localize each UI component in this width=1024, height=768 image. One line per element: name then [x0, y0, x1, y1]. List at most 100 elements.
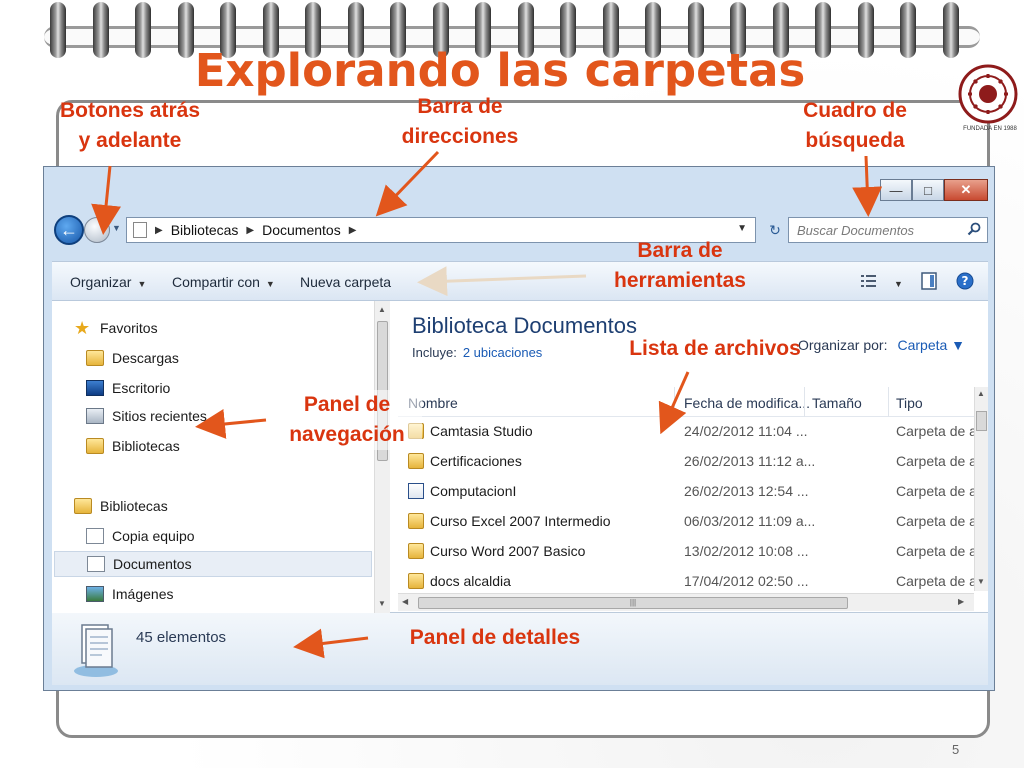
minimize-icon: — [889, 182, 903, 198]
address-dropdown-icon[interactable]: ▼ [737, 223, 747, 234]
organize-menu[interactable]: Organizar ▼ [70, 274, 146, 290]
svg-text:?: ? [962, 274, 969, 288]
scroll-down-icon[interactable]: ▼ [378, 599, 386, 608]
recent-places-icon [86, 408, 104, 424]
view-dropdown-icon[interactable]: ▼ [888, 274, 903, 290]
annotation-details-pane: Panel de detalles [409, 626, 581, 649]
nav-item-descargas[interactable]: Descargas [86, 345, 179, 371]
search-placeholder: Buscar Documentos [797, 223, 915, 238]
minimize-button[interactable]: — [880, 179, 912, 201]
back-arrow-icon: ← [60, 220, 78, 240]
annotation-back-forward: Botones atrás y adelante [59, 99, 201, 152]
file-type: Carpeta de a [896, 513, 974, 529]
libraries-icon [74, 498, 92, 514]
file-name: Camtasia Studio [430, 423, 533, 439]
nav-libraries[interactable]: Bibliotecas [74, 493, 168, 519]
navigation-row: ← ▼ ▶ Bibliotecas ▶ Documentos ▶ ▼ ↻ Bus… [52, 213, 988, 253]
breadcrumb-bibliotecas[interactable]: Bibliotecas [171, 222, 239, 238]
nav-item-copia-equipo[interactable]: Copia equipo [86, 523, 195, 549]
scroll-left-icon[interactable]: ◀ [402, 597, 408, 606]
close-button[interactable]: ✕ [944, 179, 988, 201]
file-row[interactable]: Certificaciones 26/02/2013 11:12 a... Carp… [398, 447, 974, 477]
file-name: Certificaciones [430, 453, 522, 469]
folder-icon [408, 573, 424, 589]
folder-icon [408, 483, 424, 499]
search-icon[interactable] [967, 222, 981, 236]
preview-pane-icon[interactable] [920, 272, 938, 290]
scrollbar-thumb[interactable]: ||| [418, 597, 848, 609]
file-row[interactable]: Curso Word 2007 Basico 13/02/2012 10:08 .… [398, 537, 974, 567]
arrange-by-dropdown[interactable]: Carpeta ▼ [897, 337, 965, 353]
file-name: ComputacionI [430, 483, 517, 499]
documents-icon [87, 556, 105, 572]
file-name: Curso Word 2007 Basico [430, 543, 586, 559]
breadcrumb-separator-icon[interactable]: ▶ [155, 225, 163, 236]
file-date: 17/04/2012 02:50 ... [684, 573, 809, 589]
nav-item-documentos[interactable]: Documentos [54, 551, 372, 577]
breadcrumb-documentos[interactable]: Documentos [262, 222, 341, 238]
content-area: ★ Favoritos Descargas Escritorio Sitios r… [52, 301, 988, 613]
file-date: 13/02/2012 10:08 ... [684, 543, 809, 559]
navigation-pane: ★ Favoritos Descargas Escritorio Sitios r… [52, 301, 390, 613]
back-button[interactable]: ← [54, 215, 84, 245]
annotation-search-box: Cuadro de búsqueda [803, 99, 907, 152]
explorer-window: — □ ✕ ← ▼ ▶ Bibliotecas ▶ Documentos ▶ ▼… [43, 166, 995, 691]
new-folder-button[interactable]: Nueva carpeta [300, 274, 391, 290]
annotation-toolbar: Barra de herramientas [614, 239, 746, 292]
star-icon: ★ [74, 318, 91, 338]
document-library-icon [86, 528, 104, 544]
column-type[interactable]: Tipo [896, 395, 923, 411]
annotation-file-list: Lista de archivos [629, 337, 801, 360]
column-date[interactable]: Fecha de modifica... [684, 395, 810, 411]
nav-item-bibliotecas-fav[interactable]: Bibliotecas [86, 433, 180, 459]
share-menu[interactable]: Compartir con ▼ [172, 274, 275, 290]
library-icon [133, 222, 147, 238]
folder-icon [408, 543, 424, 559]
dropdown-arrow-icon: ▼ [265, 279, 275, 289]
file-type: Carpeta de a [896, 573, 974, 589]
file-name: Curso Excel 2007 Intermedio [430, 513, 611, 529]
file-list-vertical-scrollbar[interactable]: ▲ ▼ [974, 387, 988, 591]
maximize-icon: □ [924, 182, 932, 198]
annotation-nav-pane: Panel de navegación [272, 390, 422, 450]
nav-pane-scrollbar[interactable]: ▲ ▼ [374, 301, 390, 613]
file-list-horizontal-scrollbar[interactable]: ◀ ||| ▶ [398, 593, 974, 611]
file-row[interactable]: Camtasia Studio 24/02/2012 11:04 ... Carpe… [398, 417, 974, 447]
file-type: Carpeta de a [896, 543, 974, 559]
column-size[interactable]: Tamaño [812, 395, 862, 411]
file-type: Carpeta de a [896, 483, 974, 499]
annotation-address-bar: Barra de direcciones [401, 95, 519, 148]
close-icon: ✕ [960, 182, 972, 197]
forward-button[interactable] [84, 217, 110, 243]
view-options-icon[interactable] [860, 272, 878, 290]
breadcrumb-separator-icon[interactable]: ▶ [246, 225, 254, 236]
pictures-icon [86, 586, 104, 602]
file-row[interactable]: ComputacionI 26/02/2013 12:54 ... Carpeta … [398, 477, 974, 507]
desktop-icon [86, 380, 104, 396]
dropdown-arrow-icon: ▼ [137, 279, 147, 289]
file-date: 26/02/2013 11:12 a... [684, 453, 816, 469]
scroll-down-icon[interactable]: ▼ [977, 577, 985, 586]
maximize-button[interactable]: □ [912, 179, 944, 201]
scroll-right-icon[interactable]: ▶ [958, 597, 964, 606]
university-logo [958, 64, 1018, 124]
command-toolbar: Organizar ▼ Compartir con ▼ Nueva carpeta … [52, 261, 988, 301]
file-date: 06/03/2012 11:09 a... [684, 513, 816, 529]
nav-item-escritorio[interactable]: Escritorio [86, 375, 170, 401]
scrollbar-thumb[interactable] [976, 411, 987, 431]
help-icon[interactable]: ? [956, 272, 974, 290]
search-input[interactable]: Buscar Documentos [788, 217, 988, 243]
recent-pages-dropdown[interactable]: ▼ [112, 223, 121, 233]
locations-link[interactable]: 2 ubicaciones [463, 345, 543, 360]
nav-favorites[interactable]: ★ Favoritos [74, 315, 158, 341]
nav-item-sitios-recientes[interactable]: Sitios recientes [86, 403, 207, 429]
item-count: 45 elementos [136, 629, 227, 646]
breadcrumb-separator-icon[interactable]: ▶ [349, 225, 357, 236]
scroll-up-icon[interactable]: ▲ [977, 389, 985, 398]
scroll-up-icon[interactable]: ▲ [378, 305, 386, 314]
file-row[interactable]: Curso Excel 2007 Intermedio 06/03/2012 11… [398, 507, 974, 537]
page-number: 5 [952, 742, 960, 757]
file-date: 24/02/2012 11:04 ... [684, 423, 808, 439]
nav-item-imagenes[interactable]: Imágenes [86, 581, 173, 607]
folder-icon [408, 513, 424, 529]
